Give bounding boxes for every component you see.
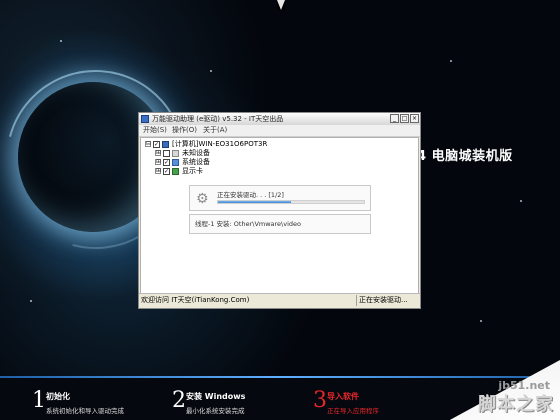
progress-bar	[217, 200, 365, 204]
star	[450, 60, 452, 62]
status-bar: 欢迎访问 IT天空(iTianKong.Com) 正在安装驱动...	[139, 293, 420, 308]
tree-node-label: 未知设备	[182, 149, 210, 157]
menu-operate[interactable]: 操作(O)	[172, 125, 197, 136]
system-device-icon	[172, 159, 179, 166]
tree-checkbox[interactable]: ✓	[163, 159, 170, 166]
tree-node-label: 显示卡	[182, 167, 203, 175]
tree-checkbox[interactable]	[163, 150, 170, 157]
tree-checkbox[interactable]: ✓	[153, 141, 160, 148]
star	[30, 300, 32, 302]
collapse-icon[interactable]: ⊟	[145, 141, 151, 147]
step-number: 3	[313, 388, 327, 413]
thread-status-panel: 线程-1 安装: Other\Vmware\video	[189, 214, 371, 234]
progress-label: 正在安装驱动. . . [1/2]	[217, 191, 284, 199]
expand-icon[interactable]: ⊞	[155, 150, 161, 156]
display-adapter-icon	[172, 168, 179, 175]
status-welcome-text: 欢迎访问 IT天空(iTianKong.Com)	[141, 296, 250, 304]
star	[520, 200, 522, 202]
minimize-button[interactable]: _	[390, 114, 399, 123]
step-description: 最小化系统安装完成	[186, 407, 245, 415]
watermark-logo: 脚本之家	[478, 394, 554, 415]
menu-about[interactable]: 关于(A)	[203, 125, 227, 136]
step-title: 安装 Windows	[186, 392, 246, 401]
steps-divider	[0, 376, 560, 378]
step-description: 系统初始化和导入驱动完成	[46, 407, 124, 415]
menu-bar: 开始(S) 操作(O) 关于(A)	[139, 125, 420, 137]
step-description: 正在导入应用程序	[327, 407, 379, 415]
star	[210, 70, 212, 72]
close-button[interactable]: ×	[410, 114, 419, 123]
edition-brand-text: 4 电脑城装机版	[417, 149, 513, 164]
unknown-device-icon	[172, 150, 179, 157]
expand-icon[interactable]: ⊞	[155, 159, 161, 165]
computer-icon	[162, 141, 169, 148]
status-installing-text: 正在安装驱动...	[356, 295, 418, 306]
tree-checkbox[interactable]: ✓	[163, 168, 170, 175]
expand-icon[interactable]: ⊞	[155, 168, 161, 174]
thread-status-text: 线程-1 安装: Other\Vmware\video	[195, 220, 301, 228]
gear-icon: ⚙	[196, 191, 209, 207]
maximize-button[interactable]: □	[400, 114, 409, 123]
progress-bar-fill	[218, 201, 291, 203]
step-title: 初始化	[46, 392, 70, 401]
driver-installer-window: 万能驱动助理 (e驱动) v5.32 - IT天空出品 _ □ × 开始(S) …	[138, 112, 421, 309]
device-tree-panel: ⊟ ✓ [计算机]WIN-EO31O6POT3R ⊞ 未知设备 ⊞ ✓ 系统设备…	[140, 137, 419, 295]
tree-node-label: 系统设备	[182, 158, 210, 166]
tree-node-label: [计算机]WIN-EO31O6POT3R	[172, 140, 268, 148]
star	[60, 40, 62, 42]
menu-start[interactable]: 开始(S)	[143, 125, 167, 136]
app-icon	[141, 115, 149, 123]
step-number: 2	[172, 388, 186, 413]
mouse-cursor-icon	[277, 0, 285, 10]
step-number: 1	[32, 388, 46, 413]
star	[480, 320, 482, 322]
window-title: 万能驱动助理 (e驱动) v5.32 - IT天空出品	[152, 115, 284, 123]
install-progress-panel: ⚙ 正在安装驱动. . . [1/2]	[189, 185, 371, 211]
step-title: 导入软件	[327, 392, 359, 401]
